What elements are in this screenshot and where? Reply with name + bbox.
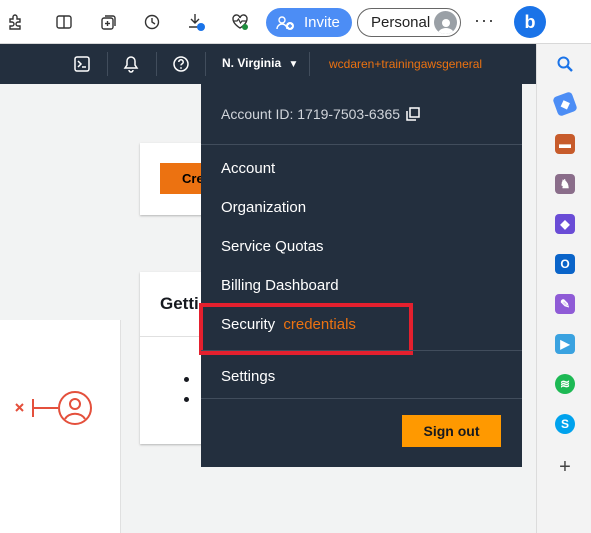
aws-top-navigation: N. Virginia ▼ wcdaren+trainingawsgeneral xyxy=(0,44,536,109)
outlook-icon[interactable]: O xyxy=(555,254,575,274)
nav-separator xyxy=(156,52,157,76)
sign-out-button[interactable]: Sign out xyxy=(402,415,501,447)
menu-divider xyxy=(201,350,522,351)
account-menu-trigger[interactable]: wcdaren+trainingawsgeneral xyxy=(329,57,482,71)
toolbox-icon[interactable]: ▬ xyxy=(555,134,575,154)
more-options-icon[interactable]: ··· xyxy=(474,10,495,31)
menu-item-organization[interactable]: Organization xyxy=(221,199,306,216)
region-selector[interactable]: N. Virginia ▼ xyxy=(222,56,298,70)
help-icon[interactable] xyxy=(171,54,191,74)
spotify-icon[interactable]: ≋ xyxy=(555,374,575,394)
browser-sidebar: ◆ ▬ ♞ ◆ O ✎ ▶ ≋ S + xyxy=(536,44,591,533)
menu-item-billing-dashboard[interactable]: Billing Dashboard xyxy=(221,277,339,294)
tag-icon[interactable]: ◆ xyxy=(552,91,578,117)
invite-label: Invite xyxy=(304,14,340,31)
profile-label: Personal xyxy=(371,14,431,31)
invite-people-icon xyxy=(276,15,294,30)
list-bullet xyxy=(184,377,189,382)
menu-divider xyxy=(201,144,522,145)
telegram-icon[interactable]: ▶ xyxy=(555,334,575,354)
getting-started-title: Getti xyxy=(160,294,199,313)
skype-icon[interactable]: S xyxy=(555,414,575,434)
nav-separator xyxy=(107,52,108,76)
notifications-bell-icon[interactable] xyxy=(121,54,141,74)
menu-item-service-quotas[interactable]: Service Quotas xyxy=(221,238,324,255)
create-card: Cre xyxy=(140,143,210,215)
extensions-icon[interactable] xyxy=(5,12,25,32)
menu-divider xyxy=(201,398,522,399)
invite-button[interactable]: Invite xyxy=(266,8,352,37)
user-remove-icon xyxy=(15,391,92,425)
split-screen-icon[interactable] xyxy=(54,12,74,32)
history-icon[interactable] xyxy=(142,12,162,32)
nav-separator xyxy=(309,52,310,76)
highlight-annotation xyxy=(199,303,413,355)
chess-icon[interactable]: ♞ xyxy=(555,174,575,194)
cloudshell-icon[interactable] xyxy=(72,54,92,74)
account-id-text: Account ID: 1719-7503-6365 xyxy=(221,106,401,122)
nav-separator xyxy=(205,52,206,76)
profile-button[interactable]: Personal xyxy=(357,8,461,37)
designer-icon[interactable]: ✎ xyxy=(555,294,575,314)
browser-toolbar: Invite Personal ··· b xyxy=(0,0,591,44)
bing-copilot-icon[interactable]: b xyxy=(514,6,546,38)
getting-started-card: Getti xyxy=(140,272,210,444)
account-dropdown-menu: Account ID: 1719-7503-6365 Account Organ… xyxy=(199,84,522,467)
region-label: N. Virginia xyxy=(222,56,282,70)
copy-icon[interactable] xyxy=(406,107,420,121)
menu-item-settings[interactable]: Settings xyxy=(221,368,275,385)
menu-item-account[interactable]: Account xyxy=(221,160,275,177)
downloads-icon[interactable] xyxy=(187,12,207,32)
list-bullet xyxy=(184,397,189,402)
caret-down-icon: ▼ xyxy=(288,59,299,70)
account-id: Account ID: 1719-7503-6365 xyxy=(221,106,420,122)
search-icon[interactable] xyxy=(555,54,575,74)
left-panel xyxy=(0,320,121,533)
avatar xyxy=(434,11,457,34)
add-icon[interactable]: + xyxy=(555,456,575,478)
copilot-icon[interactable]: ◆ xyxy=(555,214,575,234)
collections-icon[interactable] xyxy=(99,12,119,32)
browser-health-icon[interactable] xyxy=(230,12,250,32)
